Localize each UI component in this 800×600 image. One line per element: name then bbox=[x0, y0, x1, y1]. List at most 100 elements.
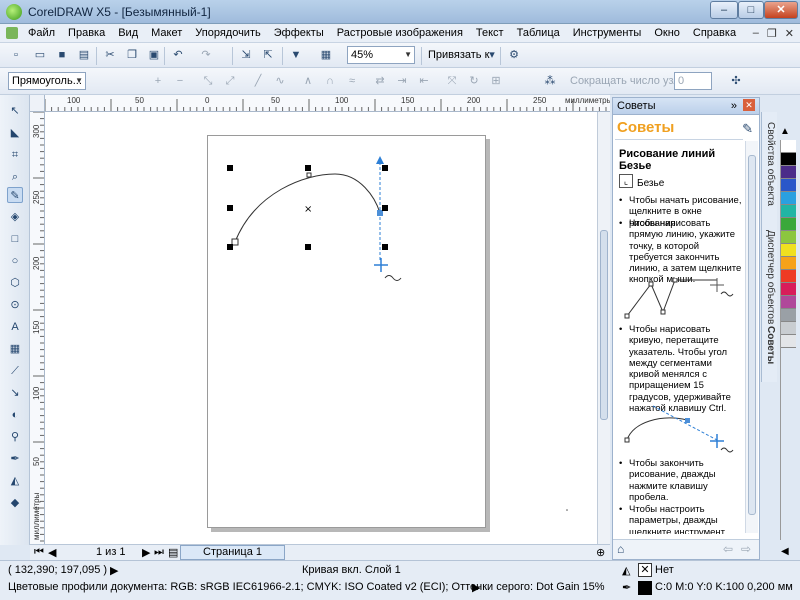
drawing-canvas[interactable]: × bbox=[45, 112, 597, 544]
menu-arrange[interactable]: Упорядочить bbox=[195, 27, 260, 39]
print-icon[interactable]: ▤ bbox=[76, 47, 92, 63]
color-swatch[interactable] bbox=[781, 140, 796, 153]
menu-text[interactable]: Текст bbox=[476, 27, 504, 39]
menu-view[interactable]: Вид bbox=[118, 27, 138, 39]
ellipse-tool-icon[interactable]: ○ bbox=[7, 253, 23, 269]
color-swatch[interactable] bbox=[781, 296, 796, 309]
align-nodes-icon[interactable]: ⊞ bbox=[488, 73, 504, 89]
application-launcher-icon[interactable]: ▼ bbox=[288, 47, 304, 63]
break-curve-icon[interactable]: ⤢ bbox=[222, 73, 238, 89]
navigator-zoom-icon[interactable]: ⊕ bbox=[596, 546, 605, 559]
close-button[interactable]: ✕ bbox=[764, 1, 798, 19]
new-document-icon[interactable]: ▫ bbox=[8, 47, 24, 63]
color-swatch[interactable] bbox=[781, 205, 796, 218]
smart-fill-tool-icon[interactable]: ◈ bbox=[7, 209, 23, 225]
docker-close-icon[interactable]: ✕ bbox=[743, 99, 755, 111]
snap-dropdown-icon[interactable]: ▾ bbox=[484, 47, 500, 63]
table-tool-icon[interactable]: ▦ bbox=[7, 341, 23, 357]
options-gear-icon[interactable]: ⚙ bbox=[506, 47, 522, 63]
menu-help[interactable]: Справка bbox=[693, 27, 736, 39]
reverse-direction-icon[interactable]: ⇄ bbox=[372, 73, 388, 89]
back-arrow-icon[interactable]: ⇦ bbox=[723, 542, 733, 556]
color-swatch[interactable] bbox=[781, 257, 796, 270]
save-icon[interactable]: ■ bbox=[54, 47, 70, 63]
outline-pen-tool-icon[interactable]: ✒ bbox=[7, 451, 23, 467]
paste-icon[interactable]: ▣ bbox=[146, 47, 162, 63]
basic-shapes-tool-icon[interactable]: ⊙ bbox=[7, 297, 23, 313]
menu-bitmaps[interactable]: Растровые изображения bbox=[337, 27, 463, 39]
select-all-nodes-icon[interactable]: ⁂ bbox=[542, 73, 558, 89]
menu-tools[interactable]: Инструменты bbox=[573, 27, 642, 39]
elastic-mode-icon[interactable]: ✣ bbox=[728, 73, 744, 89]
crop-tool-icon[interactable]: ⌗ bbox=[7, 147, 23, 163]
tab-hints[interactable]: Советы bbox=[765, 326, 776, 364]
rotate-nodes-icon[interactable]: ↻ bbox=[466, 73, 482, 89]
symmetrical-node-icon[interactable]: ≈ bbox=[344, 73, 360, 89]
pick-tool-icon[interactable]: ↖ bbox=[7, 103, 23, 119]
shape-tool-icon[interactable]: ◣ bbox=[7, 125, 23, 141]
open-icon[interactable]: ▭ bbox=[32, 47, 48, 63]
text-tool-icon[interactable]: A bbox=[7, 319, 23, 335]
undo-icon[interactable]: ↶ bbox=[170, 47, 186, 63]
coreldraw-app-icon[interactable] bbox=[6, 4, 22, 20]
menu-window[interactable]: Окно bbox=[654, 27, 680, 39]
color-swatch[interactable] bbox=[781, 283, 796, 296]
welcome-screen-icon[interactable]: ▦ bbox=[318, 47, 334, 63]
connector-tool-icon[interactable]: ↘ bbox=[7, 385, 23, 401]
palette-scroll-up-icon[interactable]: ▲ bbox=[780, 126, 790, 137]
menu-edit[interactable]: Правка bbox=[68, 27, 105, 39]
import-icon[interactable]: ⇲ bbox=[238, 47, 254, 63]
forward-arrow-icon[interactable]: ⇨ bbox=[741, 542, 751, 556]
add-nodes-icon[interactable]: + bbox=[150, 73, 166, 89]
docker-book-icon[interactable]: ✎ bbox=[742, 121, 753, 137]
docker-expand-icon[interactable]: » bbox=[731, 98, 737, 114]
blend-tool-icon[interactable]: ◐ bbox=[7, 407, 23, 423]
stretch-nodes-icon[interactable]: ⤧ bbox=[444, 73, 460, 89]
color-swatch[interactable] bbox=[781, 244, 796, 257]
scrollbar-thumb[interactable] bbox=[600, 230, 608, 420]
color-swatch[interactable] bbox=[781, 270, 796, 283]
tab-object-manager[interactable]: Диспетчер объектов bbox=[765, 230, 776, 324]
delete-nodes-icon[interactable]: − bbox=[172, 73, 188, 89]
bezier-tool-icon[interactable]: ✎ bbox=[7, 187, 23, 203]
menu-layout[interactable]: Макет bbox=[151, 27, 182, 39]
vertical-ruler[interactable]: 300 250 200 150 100 50 миллиметры bbox=[30, 112, 45, 544]
redo-icon[interactable]: ↷ bbox=[198, 47, 214, 63]
vertical-scrollbar[interactable] bbox=[597, 112, 610, 544]
zoom-tool-icon[interactable]: ⌕ bbox=[7, 169, 23, 185]
reduce-nodes-input[interactable]: 0 bbox=[674, 72, 712, 90]
polygon-tool-icon[interactable]: ⬡ bbox=[7, 275, 23, 291]
doc-minimize-button[interactable]: – bbox=[753, 27, 759, 40]
menu-file[interactable]: Файл bbox=[28, 27, 55, 39]
zoom-level-combo[interactable]: 45% ▼ bbox=[347, 46, 415, 64]
prev-page-icon[interactable]: ◀ bbox=[48, 546, 56, 559]
to-line-icon[interactable]: ╱ bbox=[250, 73, 266, 89]
color-swatch[interactable] bbox=[781, 322, 796, 335]
bezier-drawing[interactable]: × bbox=[45, 112, 597, 544]
first-page-icon[interactable]: ⏮ bbox=[34, 546, 44, 559]
page-tab[interactable]: Страница 1 bbox=[180, 545, 286, 560]
next-page-icon[interactable]: ▶ bbox=[142, 546, 150, 559]
dimension-tool-icon[interactable]: ⟋ bbox=[7, 363, 23, 379]
color-swatch[interactable] bbox=[781, 335, 796, 348]
last-page-icon[interactable]: ⏭ bbox=[154, 546, 164, 559]
copy-icon[interactable]: ❐ bbox=[124, 47, 140, 63]
minimize-button[interactable]: – bbox=[710, 1, 738, 19]
fill-tool-icon[interactable]: ◭ bbox=[7, 473, 23, 489]
color-swatch[interactable] bbox=[781, 231, 796, 244]
menu-effects[interactable]: Эффекты bbox=[274, 27, 324, 39]
color-swatch[interactable] bbox=[781, 153, 796, 166]
rectangle-tool-icon[interactable]: □ bbox=[7, 231, 23, 247]
docker-scrollbar-thumb[interactable] bbox=[748, 155, 756, 515]
color-swatch[interactable] bbox=[781, 166, 796, 179]
smooth-node-icon[interactable]: ∩ bbox=[322, 73, 338, 89]
ruler-corner[interactable] bbox=[30, 95, 45, 112]
document-icon[interactable] bbox=[6, 27, 18, 39]
interactive-fill-tool-icon[interactable]: ◆ bbox=[7, 495, 23, 511]
to-curve-icon[interactable]: ∿ bbox=[272, 73, 288, 89]
object-type-combo[interactable]: Прямоуголь... ▼ bbox=[8, 72, 86, 90]
color-swatch[interactable] bbox=[781, 309, 796, 322]
home-icon[interactable]: ⌂ bbox=[617, 542, 624, 556]
color-profile-arrow-icon[interactable]: ▶ bbox=[472, 581, 480, 594]
add-page-icon[interactable]: ▤ bbox=[168, 546, 178, 559]
